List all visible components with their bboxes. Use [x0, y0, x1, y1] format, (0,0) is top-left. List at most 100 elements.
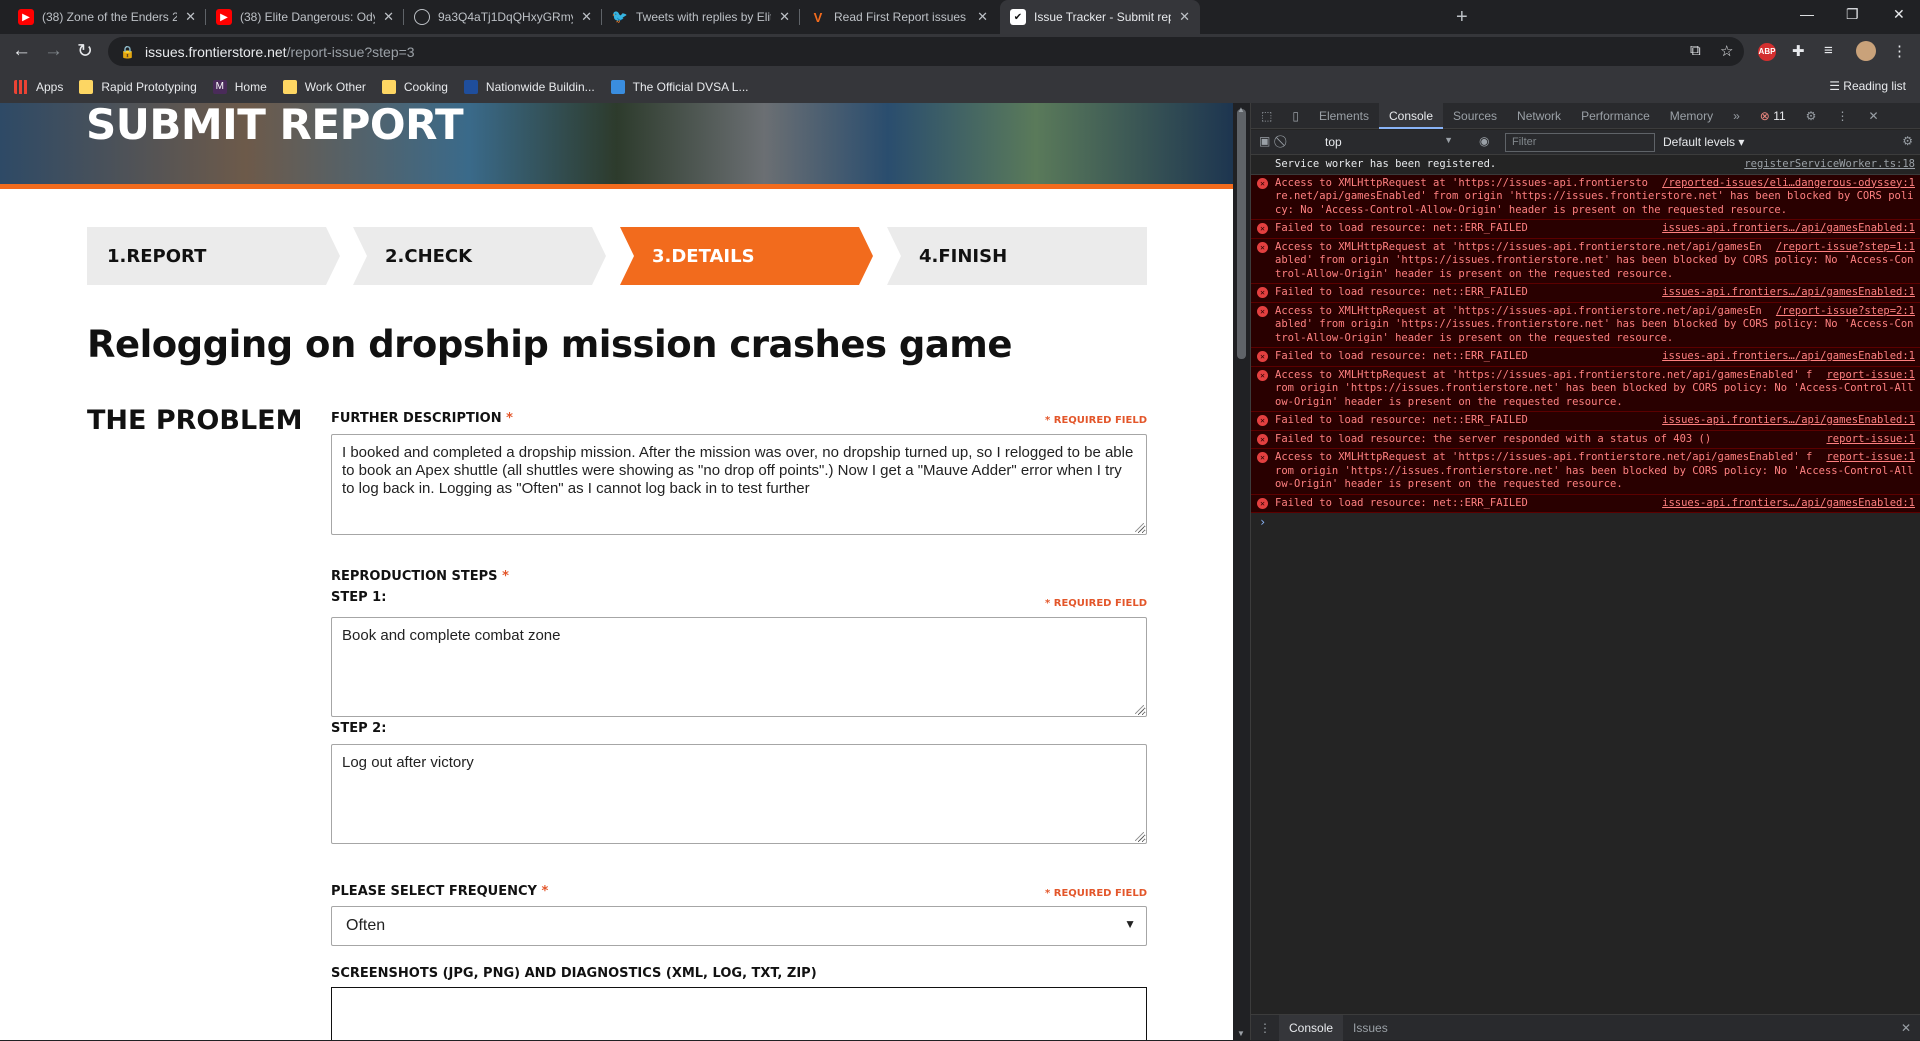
- console-filter-input[interactable]: Filter: [1505, 133, 1655, 152]
- console-source-link[interactable]: issues-api.frontiers…/api/gamesEnabled:1: [1662, 414, 1915, 428]
- console-message: ✕ issues-api.frontiers…/api/gamesEnabled:…: [1251, 220, 1920, 239]
- reproduction-steps-label: REPRODUCTION STEPS *: [331, 569, 509, 584]
- tab-6-active[interactable]: ✔ Issue Tracker - Submit report ✕: [1000, 0, 1200, 34]
- open-in-app-icon[interactable]: ⧉: [1690, 42, 1701, 59]
- reading-list[interactable]: ☰ Reading list: [1829, 79, 1906, 93]
- bookmark-star-icon[interactable]: ☆: [1720, 42, 1733, 60]
- bookmarks-bar: Apps Rapid Prototyping M Home Work Other …: [0, 70, 1920, 103]
- drawer-tab-issues[interactable]: Issues: [1343, 1021, 1398, 1035]
- close-icon[interactable]: ✕: [581, 9, 592, 25]
- console-source-link[interactable]: /reported-issues/eli…dangerous-odyssey:1: [1662, 177, 1915, 191]
- console-prompt[interactable]: ›: [1251, 513, 1920, 531]
- close-icon[interactable]: ✕: [383, 9, 394, 25]
- console-source-link[interactable]: issues-api.frontiers…/api/gamesEnabled:1: [1662, 497, 1915, 511]
- levels-dropdown[interactable]: Default levels ▾: [1663, 135, 1744, 149]
- m-logo-icon: M: [212, 79, 227, 94]
- context-select[interactable]: top ▼: [1321, 133, 1457, 152]
- step-check[interactable]: 2.CHECK: [353, 227, 606, 285]
- tab-console[interactable]: Console: [1378, 102, 1444, 129]
- window-close-icon[interactable]: ✕: [1893, 6, 1905, 23]
- further-description-field[interactable]: I booked and completed a dropship missio…: [331, 434, 1147, 535]
- adblock-icon[interactable]: ABP: [1758, 43, 1776, 61]
- tab-2[interactable]: ▶ (38) Elite Dangerous: Odyssey | C ✕: [206, 0, 404, 34]
- console-source-link[interactable]: issues-api.frontiers…/api/gamesEnabled:1: [1662, 350, 1915, 364]
- scroll-up-icon[interactable]: ▲: [1237, 105, 1245, 1038]
- console-message-text: Failed to load resource: net::ERR_FAILED: [1275, 286, 1528, 298]
- menu-icon[interactable]: ⋮: [1892, 42, 1907, 60]
- tab-elements[interactable]: Elements: [1309, 103, 1379, 129]
- close-icon[interactable]: ✕: [185, 9, 196, 25]
- resize-grip-icon[interactable]: [1135, 523, 1144, 532]
- extensions-icon[interactable]: ✚: [1792, 42, 1805, 60]
- back-icon[interactable]: ←: [12, 40, 31, 62]
- frequency-select[interactable]: Often ▼: [331, 906, 1147, 946]
- tab-sources[interactable]: Sources: [1443, 103, 1507, 129]
- file-upload-dropzone[interactable]: [331, 987, 1147, 1040]
- youtube-icon: ▶: [216, 9, 232, 25]
- console-source-link[interactable]: report-issue:1: [1826, 451, 1915, 465]
- error-icon: ✕: [1257, 433, 1268, 445]
- console-log: registerServiceWorker.ts:18 Service worke…: [1251, 156, 1920, 531]
- required-field-note: * REQUIRED FIELD: [1045, 598, 1147, 609]
- close-icon[interactable]: ✕: [977, 9, 988, 25]
- address-bar[interactable]: 🔒 issues.frontierstore.net/report-issue?…: [108, 37, 1744, 66]
- device-toggle-icon[interactable]: ▯: [1282, 103, 1309, 129]
- tab-memory[interactable]: Memory: [1660, 103, 1723, 129]
- eye-icon[interactable]: ◉: [1479, 134, 1489, 148]
- devtools-menu-icon[interactable]: ⋮: [1826, 103, 1858, 129]
- console-source-link[interactable]: report-issue:1: [1826, 369, 1915, 383]
- console-source-link[interactable]: registerServiceWorker.ts:18: [1744, 158, 1915, 172]
- bookmark-home[interactable]: M Home: [212, 79, 267, 94]
- console-source-link[interactable]: /report-issue?step=1:1: [1776, 241, 1915, 255]
- resize-grip-icon[interactable]: [1135, 705, 1144, 714]
- bookmark-dvsa[interactable]: The Official DVSA L...: [610, 79, 748, 94]
- issue-title: Relogging on dropship mission crashes ga…: [87, 323, 1012, 366]
- scroll-down-icon[interactable]: ▼: [1237, 1029, 1245, 1038]
- console-source-link[interactable]: issues-api.frontiers…/api/gamesEnabled:1: [1662, 222, 1915, 236]
- step-finish[interactable]: 4.FINISH: [887, 227, 1147, 285]
- settings-gear-icon[interactable]: ⚙: [1796, 103, 1827, 129]
- console-settings-icon[interactable]: ⚙: [1902, 134, 1913, 148]
- forward-icon[interactable]: →: [44, 40, 63, 62]
- sidebar-toggle-icon[interactable]: ▣: [1259, 134, 1270, 148]
- drawer-menu-icon[interactable]: ⋮: [1251, 1021, 1279, 1035]
- close-icon[interactable]: ✕: [1179, 9, 1190, 25]
- bookmark-work-other[interactable]: Work Other: [282, 79, 366, 94]
- step1-field[interactable]: Book and complete combat zone: [331, 617, 1147, 717]
- console-source-link[interactable]: /report-issue?step=2:1: [1776, 305, 1915, 319]
- tab-network[interactable]: Network: [1507, 103, 1571, 129]
- bookmark-cooking[interactable]: Cooking: [381, 79, 448, 94]
- console-source-link[interactable]: report-issue:1: [1826, 433, 1915, 447]
- console-source-link[interactable]: issues-api.frontiers…/api/gamesEnabled:1: [1662, 286, 1915, 300]
- avatar[interactable]: [1856, 41, 1876, 61]
- hero-divider: [0, 184, 1233, 189]
- tab-performance[interactable]: Performance: [1571, 103, 1660, 129]
- tab-4[interactable]: 🐦 Tweets with replies by Elite Dang ✕: [602, 0, 800, 34]
- media-control-icon[interactable]: ≡: [1824, 42, 1833, 59]
- tab-5[interactable]: V Read First Report issues using the ✕: [800, 0, 998, 34]
- more-tabs-icon[interactable]: »: [1723, 103, 1750, 129]
- step2-field[interactable]: Log out after victory: [331, 744, 1147, 844]
- step-details[interactable]: 3.DETAILS: [620, 227, 873, 285]
- devtools-close-icon[interactable]: ✕: [1858, 103, 1888, 129]
- console-message: ✕ report-issue:1 Failed to load resource: …: [1251, 430, 1920, 449]
- minimize-icon[interactable]: —: [1800, 6, 1814, 22]
- tab-1[interactable]: ▶ (38) Zone of the Enders 2 - Beyon ✕: [8, 0, 206, 34]
- tab-3[interactable]: 9a3Q4aTj1DqQHxyGRmy6-KR7_c ✕: [404, 0, 602, 34]
- bookmark-rapid-prototyping[interactable]: Rapid Prototyping: [79, 79, 197, 94]
- console-message-text: Service worker has been registered.: [1275, 158, 1497, 170]
- step-report[interactable]: 1.REPORT: [87, 227, 340, 285]
- bookmark-apps[interactable]: Apps: [14, 79, 63, 94]
- error-count-badge[interactable]: ⊗ 11: [1750, 103, 1796, 129]
- new-tab-icon[interactable]: +: [1456, 6, 1468, 29]
- inspect-icon[interactable]: ⬚: [1251, 103, 1282, 129]
- restore-icon[interactable]: ❐: [1846, 6, 1859, 23]
- resize-grip-icon[interactable]: [1135, 832, 1144, 841]
- reload-icon[interactable]: ↻: [77, 40, 93, 63]
- page-scrollbar[interactable]: ▲ ▼: [1233, 103, 1250, 1040]
- drawer-tab-console[interactable]: Console: [1279, 1014, 1344, 1041]
- close-icon[interactable]: ✕: [779, 9, 790, 25]
- drawer-close-icon[interactable]: ✕: [1891, 1021, 1920, 1035]
- webpage: SUBMIT REPORT 1.REPORT 2.CHECK 3.DETAILS…: [0, 103, 1233, 1040]
- bookmark-nationwide[interactable]: Nationwide Buildin...: [463, 79, 595, 94]
